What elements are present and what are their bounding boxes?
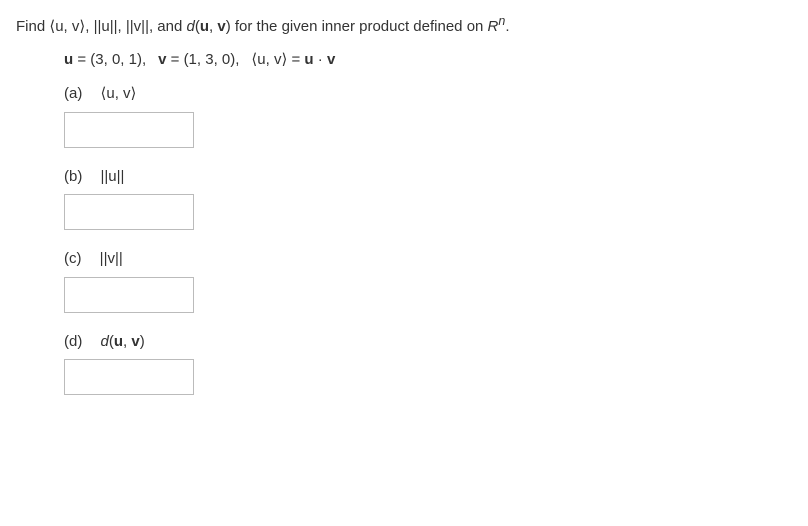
- part-a-input[interactable]: [64, 112, 194, 148]
- prompt-inner-product: ⟨u, v⟩: [49, 18, 85, 35]
- prompt-d-v: v: [217, 18, 225, 35]
- part-d-v: v: [131, 333, 139, 350]
- prompt-d-u: u: [200, 18, 209, 35]
- prompt-d-func: d: [187, 18, 195, 35]
- vector-u-label: u: [64, 51, 73, 68]
- question-prompt: Find ⟨u, v⟩, ||u||, ||v||, and d(u, v) f…: [16, 12, 792, 39]
- part-d-label: (d): [64, 331, 82, 354]
- part-a: (a) ⟨u, v⟩: [64, 83, 792, 148]
- prompt-sep3: , and: [149, 18, 187, 35]
- part-a-label: (a): [64, 83, 82, 106]
- prompt-prefix: Find: [16, 18, 49, 35]
- prompt-norm-v: ||v||: [126, 18, 149, 35]
- prompt-norm-u: ||u||: [94, 18, 118, 35]
- inner-product-v: v: [327, 51, 335, 68]
- inner-product-eq: =: [287, 51, 304, 68]
- part-c-label: (c): [64, 248, 82, 271]
- part-d-close: ): [140, 333, 145, 350]
- vector-u-value: = (3, 0, 1),: [73, 51, 146, 68]
- part-d: (d) d(u, v): [64, 331, 792, 396]
- part-d-func: d: [101, 333, 109, 350]
- prompt-sep2: ,: [118, 18, 126, 35]
- vector-v-value: = (1, 3, 0),: [166, 51, 239, 68]
- part-d-expression: d(u, v): [101, 331, 145, 354]
- part-b-input[interactable]: [64, 194, 194, 230]
- part-c: (c) ||v||: [64, 248, 792, 313]
- inner-product-u: u: [304, 51, 313, 68]
- part-b-expression: ||u||: [101, 166, 125, 189]
- part-c-input[interactable]: [64, 277, 194, 313]
- prompt-tail: for the given inner product defined on: [231, 18, 488, 35]
- part-b-label: (b): [64, 166, 82, 189]
- part-b: (b) ||u||: [64, 166, 792, 231]
- prompt-period: .: [505, 18, 509, 35]
- prompt-sep1: ,: [85, 18, 93, 35]
- part-c-expression: ||v||: [100, 248, 123, 271]
- inner-product-def: ⟨u, v⟩: [251, 51, 287, 68]
- part-d-input[interactable]: [64, 359, 194, 395]
- inner-product-dot: ·: [314, 51, 327, 68]
- part-d-u: u: [114, 333, 123, 350]
- part-a-expression: ⟨u, v⟩: [101, 83, 137, 106]
- vector-definitions: u = (3, 0, 1), v = (1, 3, 0), ⟨u, v⟩ = u ·…: [64, 49, 792, 72]
- prompt-rn-r: R: [488, 18, 499, 35]
